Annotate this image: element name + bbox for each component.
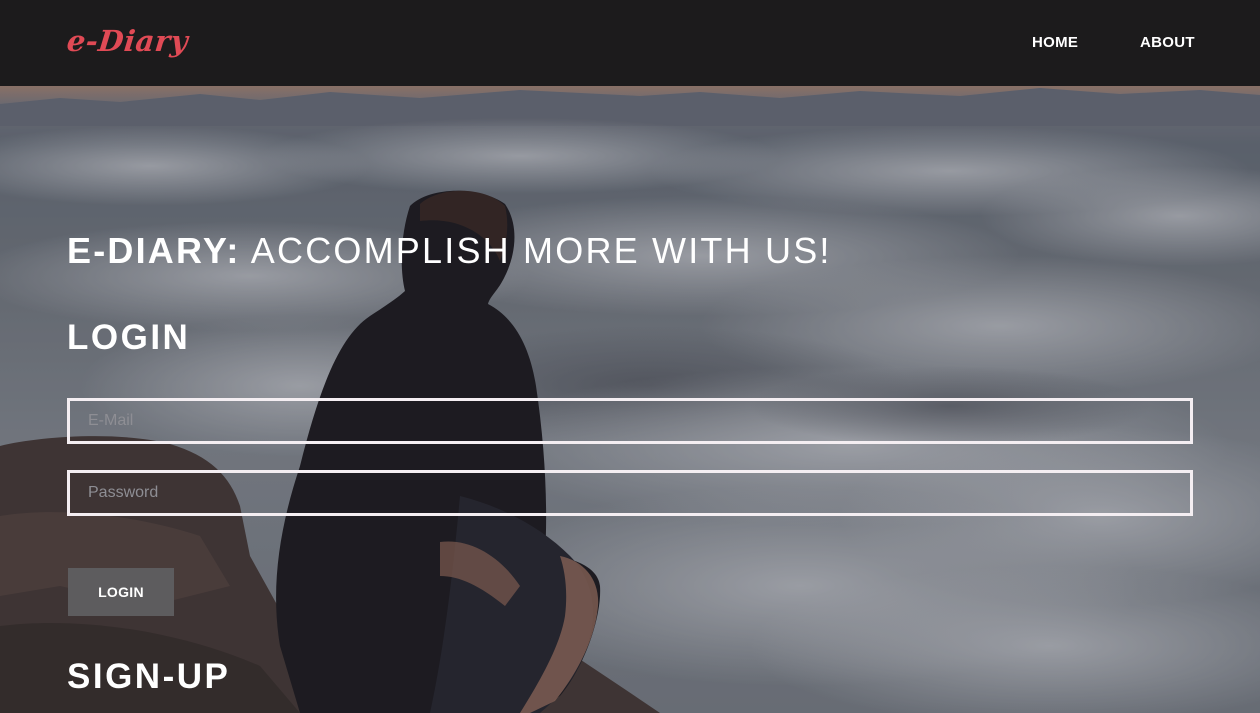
signup-heading: SIGN-UP <box>67 657 231 696</box>
nav-link-home[interactable]: HOME <box>1032 34 1078 51</box>
nav-link-about[interactable]: ABOUT <box>1140 34 1195 51</box>
page-tagline: E-DIARY: ACCOMPLISH MORE WITH US! <box>67 230 832 272</box>
navbar: e-Diary HOME ABOUT <box>0 0 1260 86</box>
tagline-text: ACCOMPLISH MORE WITH US! <box>240 230 832 271</box>
brand-logo[interactable]: e-Diary <box>65 24 190 58</box>
email-field[interactable] <box>67 398 1193 444</box>
password-field[interactable] <box>67 470 1193 516</box>
login-button[interactable]: LOGIN <box>68 568 174 616</box>
tagline-brand: E-DIARY: <box>67 230 241 271</box>
page: e-Diary HOME ABOUT E-DIARY: ACCOMPLISH M… <box>0 0 1260 713</box>
login-heading: LOGIN <box>67 318 191 357</box>
